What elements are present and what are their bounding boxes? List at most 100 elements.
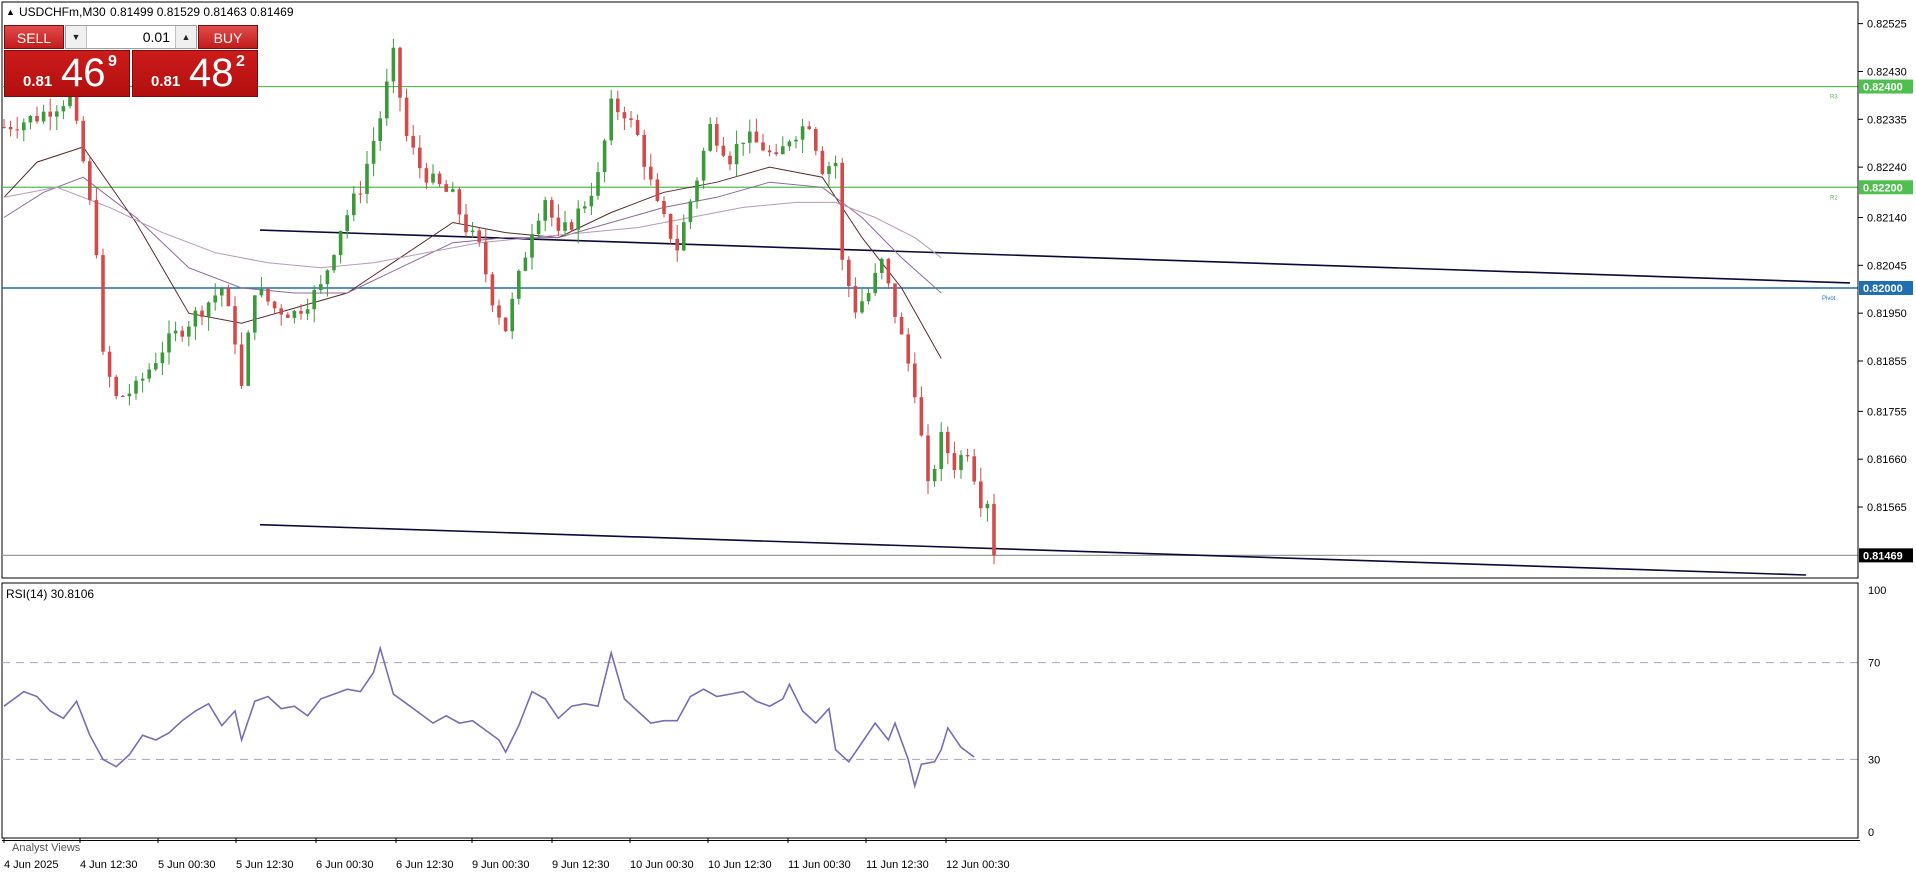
lot-increase-icon[interactable]: ▲ xyxy=(175,26,196,48)
candle-body xyxy=(893,283,897,317)
candle-body xyxy=(358,193,363,195)
level-price-label: 0.81469 xyxy=(1863,550,1903,562)
buy-price-button[interactable]: 0.81 48 2 xyxy=(132,50,258,97)
time-tick-label: 12 Jun 00:30 xyxy=(946,859,1010,871)
level-price-label: 0.82400 xyxy=(1863,82,1903,94)
analyst-views-label: Analyst Views xyxy=(12,842,81,854)
candle-body xyxy=(682,222,686,251)
rsi-tick-label: 0 xyxy=(1868,827,1874,839)
candle-body xyxy=(840,162,844,260)
lot-size-stepper: ▼ ▲ xyxy=(65,25,197,49)
candle-body xyxy=(972,456,976,482)
candle-body xyxy=(319,284,323,291)
candle-body xyxy=(787,141,792,147)
candle-body xyxy=(391,47,396,82)
price-tick-label: 0.81755 xyxy=(1867,406,1907,418)
candle-body xyxy=(794,139,798,142)
candle-body xyxy=(959,455,963,471)
time-tick-label: 9 Jun 12:30 xyxy=(552,859,610,871)
candle-body xyxy=(728,155,732,165)
candle-body xyxy=(140,378,145,381)
candle-body xyxy=(299,310,303,314)
lot-size-input[interactable] xyxy=(88,28,174,46)
time-tick-label: 11 Jun 00:30 xyxy=(788,859,851,871)
analyst-views-tab[interactable]: Analyst Views xyxy=(2,840,1860,854)
candle-body xyxy=(767,150,772,153)
time-tick-label: 9 Jun 00:30 xyxy=(472,859,530,871)
level-tag-label: Pivot xyxy=(1822,296,1836,302)
candle-body xyxy=(365,163,369,194)
candle-body xyxy=(451,189,455,192)
candle-body xyxy=(827,166,831,174)
buy-button[interactable]: BUY xyxy=(198,25,258,49)
candle-body xyxy=(820,150,825,174)
candle-body xyxy=(952,453,957,471)
candle-body xyxy=(187,326,191,337)
candle-body xyxy=(649,166,653,180)
candle-body xyxy=(609,98,613,141)
price-tick-label: 0.81660 xyxy=(1867,454,1907,466)
level-tag-label: R2 xyxy=(1830,195,1838,201)
candle-body xyxy=(246,332,250,386)
time-tick-label: 6 Jun 00:30 xyxy=(316,859,374,871)
candle-body xyxy=(899,316,904,335)
candle-body xyxy=(497,305,501,318)
candle-body xyxy=(708,124,712,151)
price-tick-label: 0.81855 xyxy=(1867,356,1907,368)
candle-body xyxy=(668,214,673,239)
candle-body xyxy=(457,189,462,215)
candle-body xyxy=(754,131,759,143)
candle-body xyxy=(576,208,580,230)
candle-body xyxy=(233,306,237,345)
price-tick-label: 0.82335 xyxy=(1867,114,1907,126)
candle-body xyxy=(2,126,6,128)
candle-body xyxy=(800,126,805,140)
chart-symbol: USDCHFm,M30 xyxy=(19,5,106,19)
candle-body xyxy=(200,310,204,317)
candle-body xyxy=(906,334,910,364)
level-price-label: 0.82000 xyxy=(1863,283,1903,295)
price-tick-label: 0.82045 xyxy=(1867,260,1907,272)
candle-body xyxy=(886,258,891,284)
chart-header-triangle: ▲ xyxy=(6,7,15,17)
candle-body xyxy=(259,288,264,296)
time-tick-label: 10 Jun 00:30 xyxy=(630,859,694,871)
candle-body xyxy=(286,314,290,318)
candle-body xyxy=(510,298,514,332)
buy-price-pips: 48 xyxy=(189,51,234,95)
candle-body xyxy=(325,270,330,285)
candle-body xyxy=(173,330,178,334)
candle-body xyxy=(266,288,270,302)
candle-body xyxy=(81,120,85,162)
candle-body xyxy=(35,116,39,122)
candle-body xyxy=(536,220,541,235)
candle-body xyxy=(345,215,349,232)
candle-body xyxy=(926,435,930,482)
sell-price-button[interactable]: 0.81 46 9 xyxy=(4,50,130,97)
candle-body xyxy=(774,152,778,155)
sell-price-fraction: 9 xyxy=(108,53,117,70)
lot-decrease-icon[interactable]: ▼ xyxy=(66,26,87,48)
candle-body xyxy=(48,111,52,117)
candle-body xyxy=(180,330,184,337)
time-tick-label: 4 Jun 2025 xyxy=(4,859,58,871)
candle-body xyxy=(94,200,99,256)
candle-body xyxy=(807,126,811,130)
time-tick-label: 5 Jun 00:30 xyxy=(158,859,216,871)
time-tick-label: 5 Jun 12:30 xyxy=(236,859,294,871)
price-tick-label: 0.81565 xyxy=(1867,502,1907,514)
candle-body xyxy=(88,161,92,201)
candle-body xyxy=(404,97,409,136)
candle-body xyxy=(193,310,198,327)
candle-body xyxy=(701,150,706,181)
candle-body xyxy=(167,333,171,353)
candle-body xyxy=(965,455,970,457)
sell-button[interactable]: SELL xyxy=(4,25,64,49)
level-tag-label: R3 xyxy=(1830,95,1838,101)
candle-body xyxy=(530,234,534,258)
candle-body xyxy=(74,93,79,121)
time-tick-label: 6 Jun 12:30 xyxy=(396,859,454,871)
time-tick-label: 4 Jun 12:30 xyxy=(80,859,138,871)
candle-body xyxy=(352,193,356,216)
candle-body xyxy=(616,98,620,113)
